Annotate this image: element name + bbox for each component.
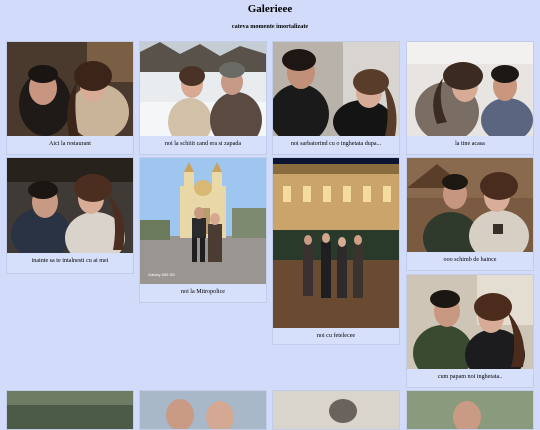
gallery-photo[interactable] [273,158,399,328]
photo-caption: cum papam noi inghetata.. [437,374,503,380]
gallery-card[interactable]: Aici la restaurant [6,41,134,155]
gallery-photo[interactable] [7,158,133,253]
photo-caption: la tine acasa [455,141,485,147]
gallery-card[interactable]: ooo schimb de haince [406,157,534,271]
page-subtitle: cateva momente imortalizate [231,23,309,30]
gallery-photo[interactable] [407,275,533,369]
photo-caption: ooo schimb de haince [443,257,497,263]
page-title: Galerieee [247,3,293,15]
gallery-card[interactable]: noi la schiiit cand era si zapada [139,41,267,155]
gallery-photo[interactable] [273,42,399,136]
photo-caption: inainte sa te intalnesti cu ai mei [31,258,109,264]
gallery-photo[interactable] [140,42,266,136]
gallery-photo[interactable] [7,42,133,136]
photo-caption: noi cu fetelecee [316,333,356,339]
gallery-photo[interactable]: Galaxy A55 5G [140,158,266,284]
gallery-photo[interactable] [407,42,533,136]
gallery-card[interactable] [272,390,400,430]
photo-caption: noi sarbatorind cu o inghetata dupa... [290,141,382,147]
photo-caption: Aici la restaurant [49,141,91,147]
photo-watermark: Galaxy A55 5G [148,272,175,277]
gallery-photo[interactable] [7,391,133,429]
gallery-photo[interactable] [407,158,533,252]
gallery-card[interactable]: Galaxy A55 5G noi la Mitropolice [139,157,267,303]
photo-caption: noi la schiiit cand era si zapada [164,141,242,147]
gallery-photo[interactable] [273,391,399,429]
photo-caption: noi la Mitropolice [180,289,225,295]
gallery-card[interactable]: cum papam noi inghetata.. [406,274,534,388]
gallery-card[interactable]: inainte sa te intalnesti cu ai mei [6,157,134,274]
gallery-card[interactable]: la tine acasa [406,41,534,155]
gallery-card[interactable] [406,390,534,430]
gallery-card[interactable] [139,390,267,430]
gallery-card[interactable] [6,390,134,430]
gallery-card[interactable]: noi cu fetelecee [272,157,400,345]
gallery-photo[interactable] [140,391,266,429]
gallery-photo[interactable] [407,391,533,429]
gallery-card[interactable]: noi sarbatorind cu o inghetata dupa... [272,41,400,155]
